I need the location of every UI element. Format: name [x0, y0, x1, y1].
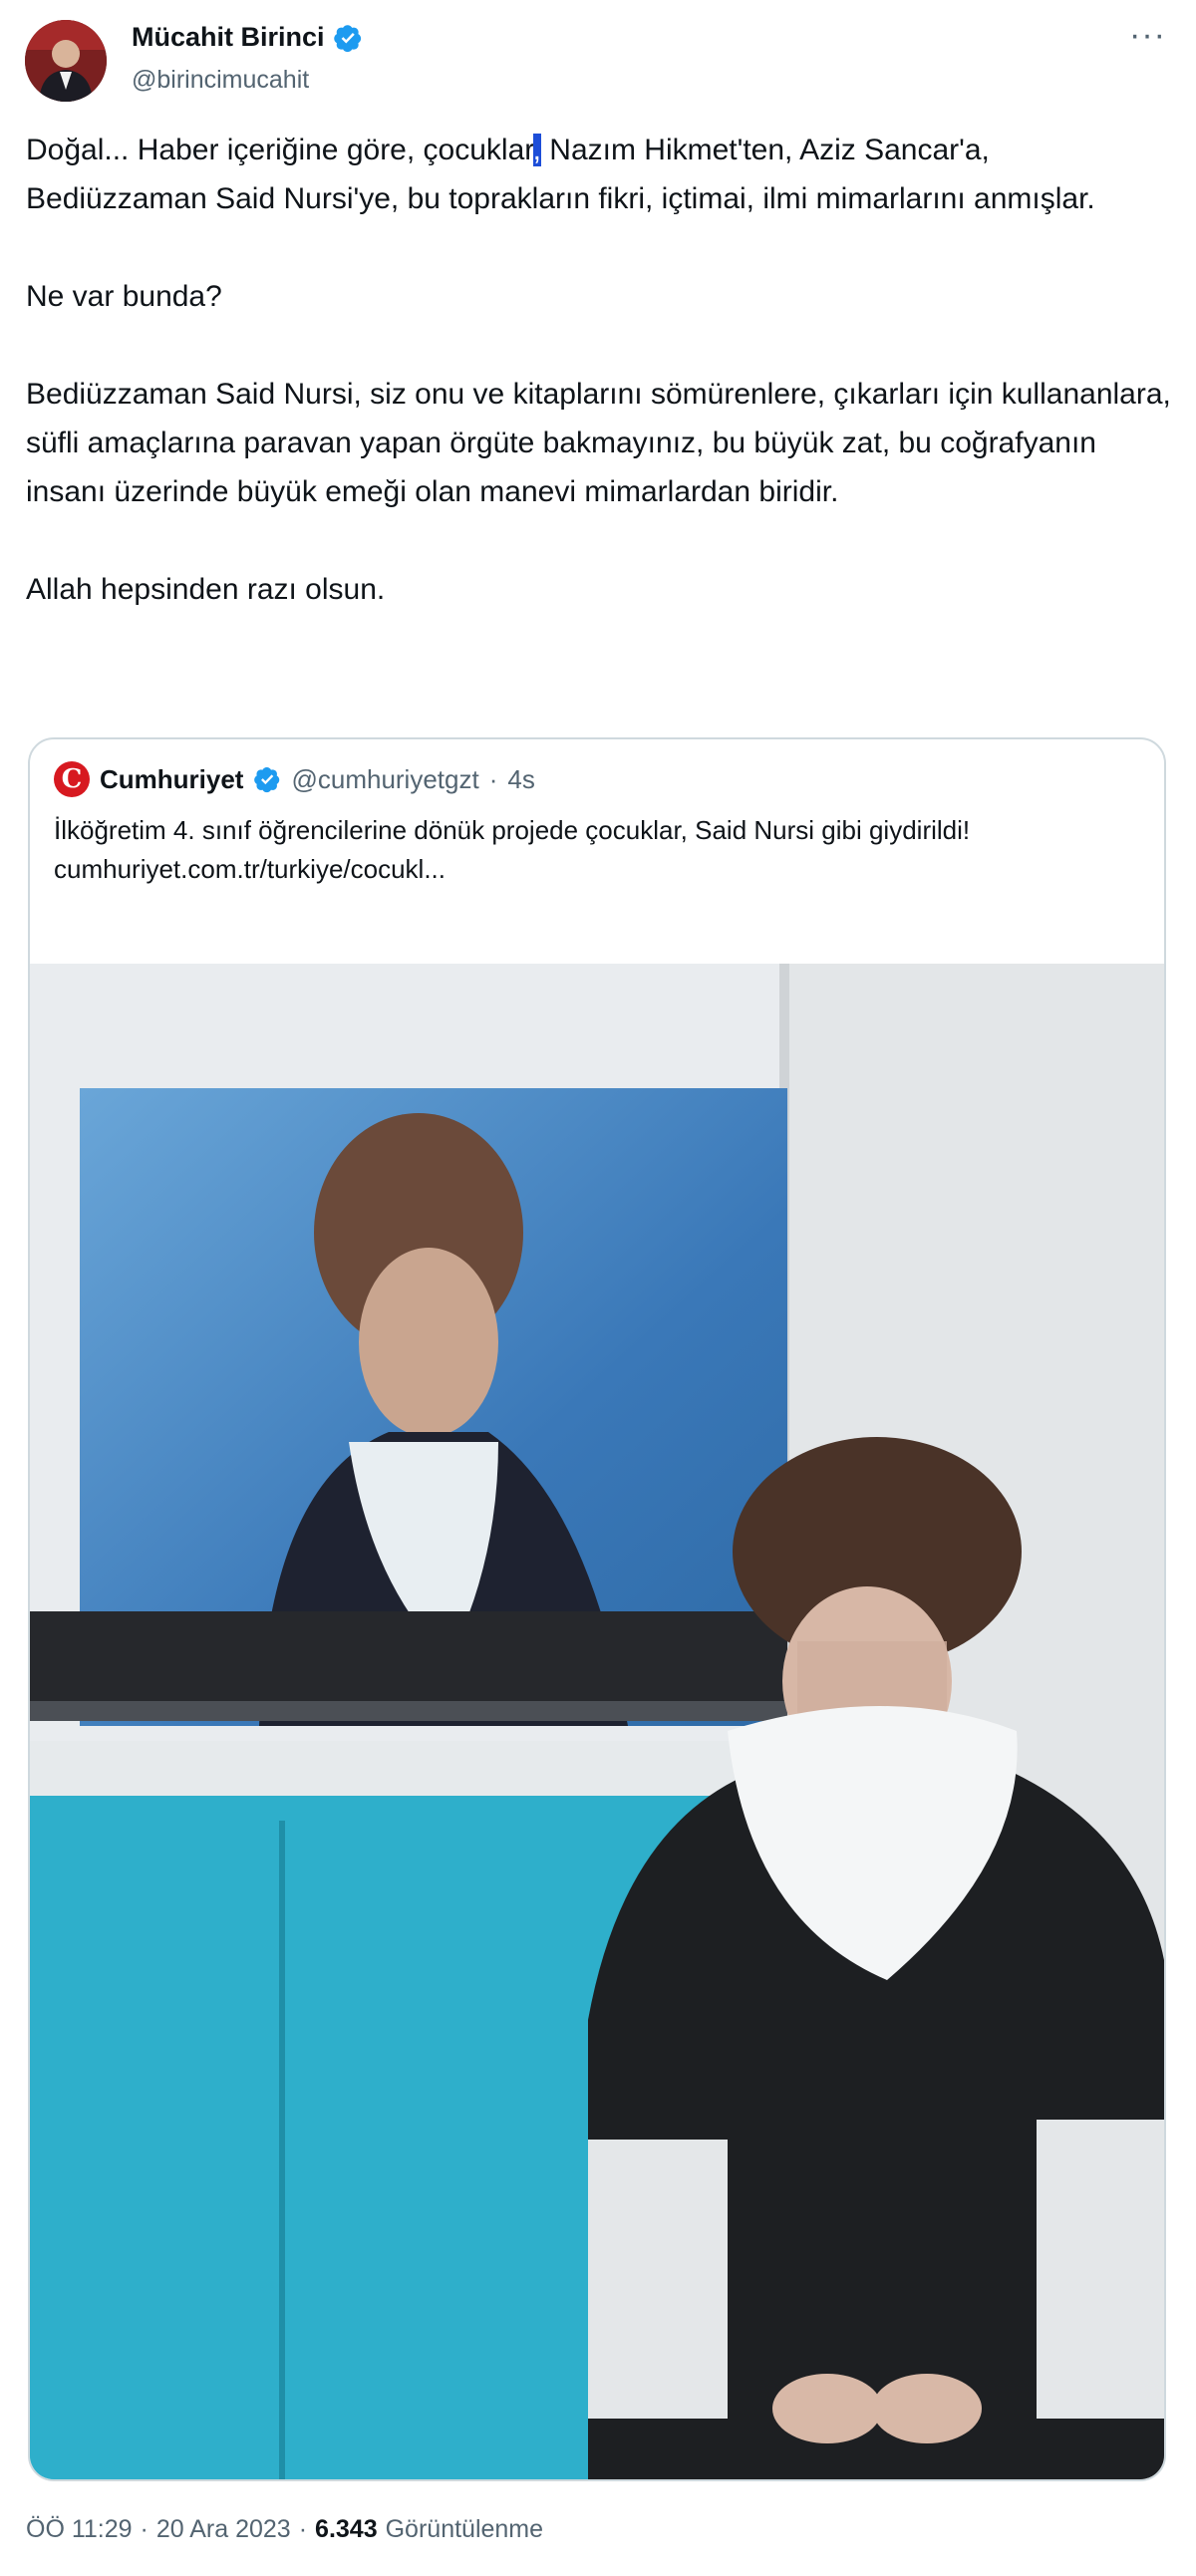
separator-dot: · — [140, 2515, 149, 2543]
tweet-text: Doğal... Haber içeriğine göre, çocuklar,… — [26, 126, 1172, 614]
view-count-label: Görüntülenme — [385, 2515, 544, 2543]
quoted-tweet-card[interactable]: C Cumhuriyet @cumhuriyetgzt · 4s İlköğre… — [28, 737, 1166, 2481]
view-count: 6.343 — [315, 2515, 378, 2543]
more-options-ellipsis-icon[interactable]: ··· — [1129, 18, 1166, 52]
quoted-tweet-header: C Cumhuriyet @cumhuriyetgzt · 4s — [54, 761, 535, 797]
tweet-time[interactable]: ÖÖ 11:29 — [26, 2515, 133, 2544]
separator-dot: · — [488, 763, 498, 794]
tweet-text-part-2: Nazım Hikmet'ten, Aziz Sancar'a, Bediüzz… — [26, 134, 1171, 606]
tweet-text-part-1: Doğal... Haber içeriğine göre, çocuklar — [26, 134, 533, 166]
author-handle[interactable]: @birincimucahit — [132, 66, 309, 95]
quoted-tweet-image[interactable] — [30, 964, 1164, 2480]
author-name-row[interactable]: Mücahit Birinci — [132, 22, 363, 53]
quoted-tweet-time[interactable]: 4s — [507, 764, 534, 795]
cumhuriyet-logo-icon[interactable]: C — [54, 761, 90, 797]
text-selection-highlight: , — [532, 134, 541, 166]
quoted-tweet-body: İlköğretim 4. sınıf öğrencilerine dönük … — [54, 815, 971, 845]
quoted-tweet-text: İlköğretim 4. sınıf öğrencilerine dönük … — [54, 811, 1130, 889]
tweet-date[interactable]: 20 Ara 2023 — [156, 2515, 291, 2544]
quoted-tweet-link[interactable]: cumhuriyet.com.tr/turkiye/cocukl... — [54, 850, 1130, 889]
quoted-author-handle[interactable]: @cumhuriyetgzt — [291, 764, 478, 795]
separator-dot: · — [298, 2515, 308, 2543]
author-name[interactable]: Mücahit Birinci — [132, 22, 325, 53]
tweet-meta: ÖÖ 11:29 · 20 Ara 2023 · 6.343 Görüntüle… — [26, 2515, 543, 2544]
avatar[interactable] — [25, 20, 107, 102]
quoted-author-name[interactable]: Cumhuriyet — [100, 764, 243, 795]
verified-badge-icon — [254, 767, 280, 793]
verified-badge-icon — [333, 24, 361, 52]
